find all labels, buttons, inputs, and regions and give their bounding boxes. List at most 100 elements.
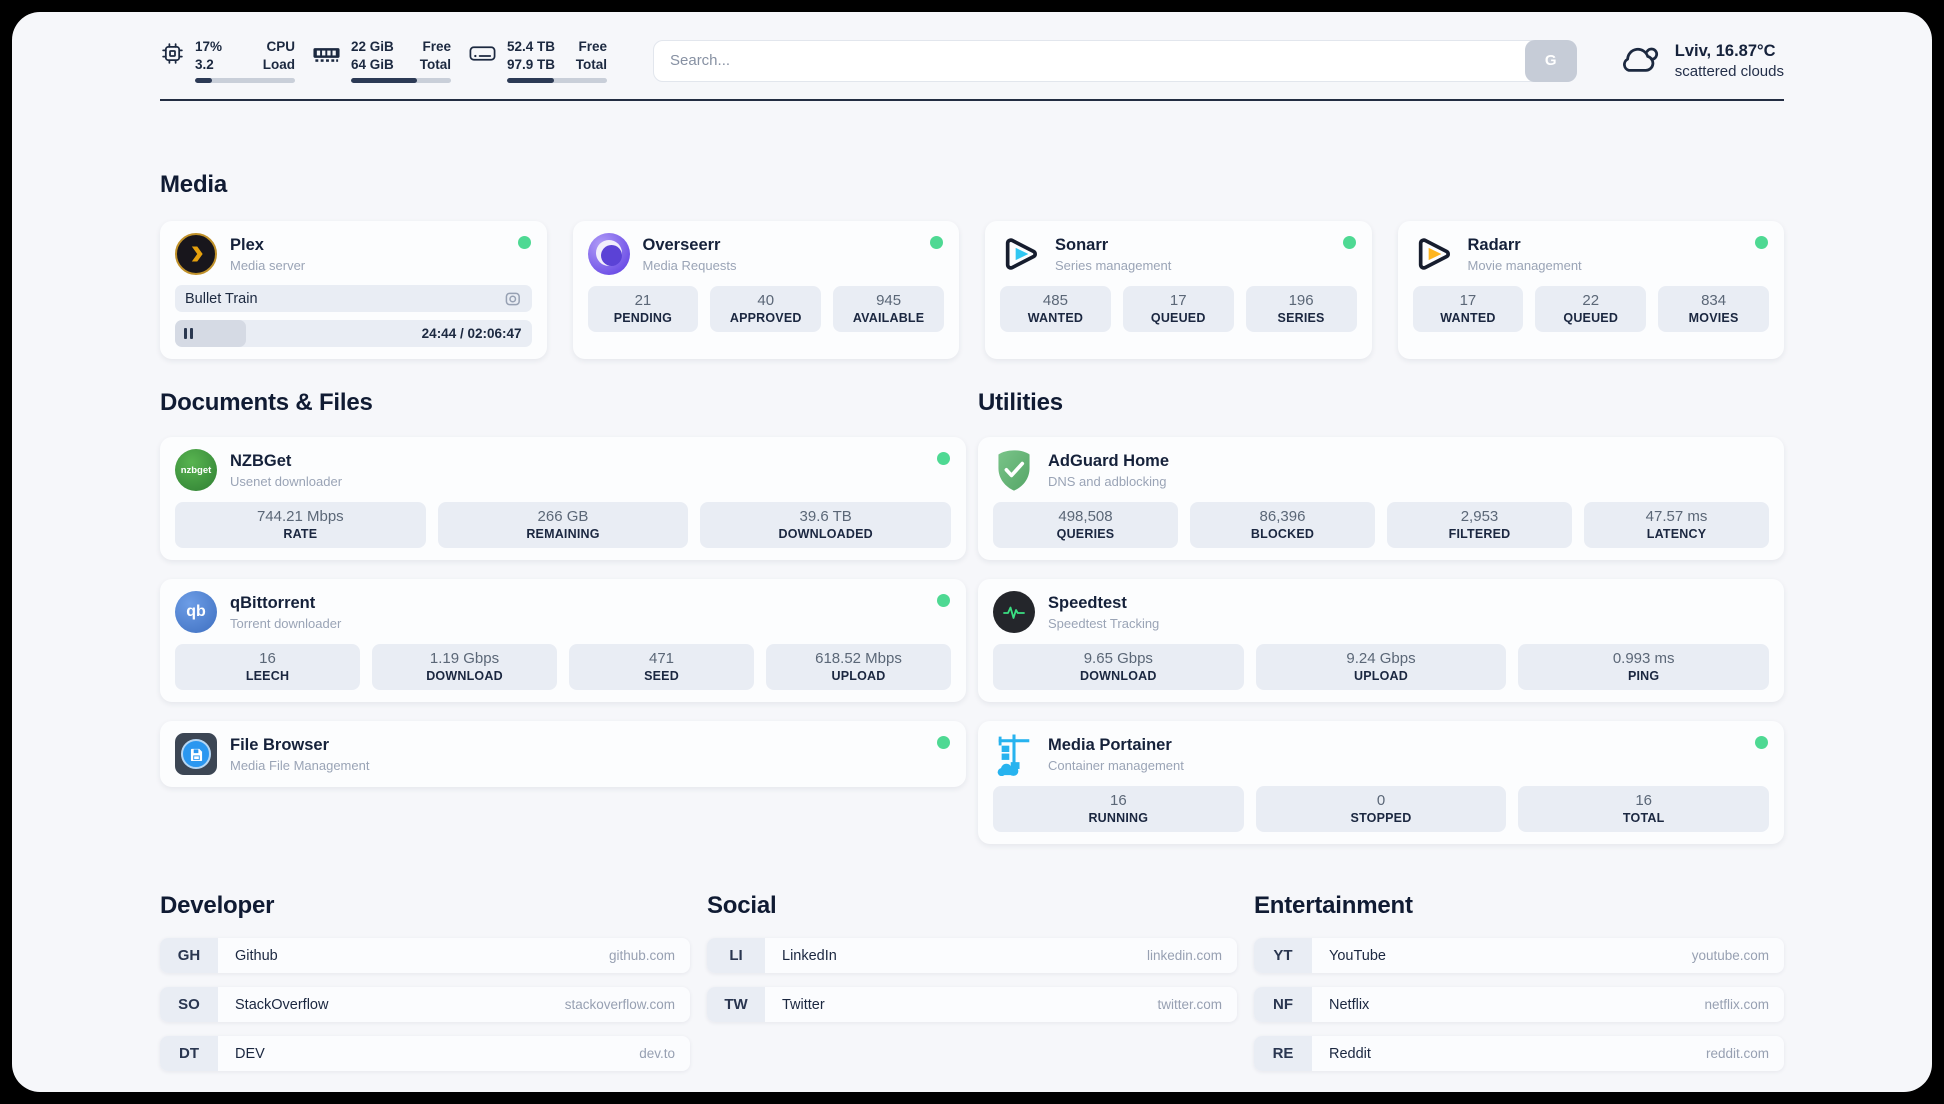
qbittorrent-icon: qb — [175, 591, 217, 634]
top-bar: 17% 3.2 CPU Load 22 GiB 64 GiB Free Tota… — [160, 12, 1784, 84]
disk-progress-bar — [507, 78, 607, 84]
stat-value: 39.6 TB — [799, 508, 852, 526]
stat-box: 9.24 Gbps UPLOAD — [1255, 644, 1507, 691]
bookmark-abbr: SO — [160, 987, 218, 1023]
app-card-portainer[interactable]: Media Portainer Container management 16 … — [978, 721, 1784, 845]
stat-box: 17 QUEUED — [1122, 286, 1234, 333]
disk-free-value: 52.4 TB — [507, 39, 556, 54]
stat-box: 16 RUNNING — [993, 786, 1244, 833]
stat-value: 498,508 — [1058, 508, 1113, 526]
cpu-widget: 17% 3.2 CPU Load — [160, 38, 295, 84]
stat-label: DOWNLOAD — [1080, 669, 1157, 684]
stat-value: 744.21 Mbps — [256, 508, 344, 526]
stat-label: QUEUED — [1563, 311, 1619, 326]
stat-value: 9.65 Gbps — [1083, 650, 1153, 668]
stat-label: LEECH — [245, 669, 290, 684]
memory-total-label: Total — [419, 57, 451, 73]
stat-box: 0 STOPPED — [1255, 786, 1507, 833]
bookmark-list: YT YouTube youtube.com NF Netflix netfli… — [1254, 938, 1784, 1072]
stat-row: 485 WANTED 17 QUEUED 196 SERIES — [1000, 286, 1357, 333]
stat-label: LATENCY — [1646, 527, 1707, 542]
bookmark-abbr: NF — [1254, 987, 1312, 1023]
cpu-icon — [160, 41, 185, 66]
stat-value: 86,396 — [1259, 508, 1306, 526]
portainer-icon — [993, 733, 1035, 776]
plex-icon — [175, 233, 217, 276]
sonarr-icon — [1000, 233, 1042, 275]
app-card-radarr[interactable]: Radarr Movie management 17 WANTED 22 QUE… — [1397, 221, 1784, 360]
weather-widget[interactable]: Lviv, 16.87°C scattered clouds — [1617, 40, 1784, 82]
app-subtitle: Speedtest Tracking — [1048, 616, 1160, 632]
stat-box: 16 TOTAL — [1518, 786, 1769, 833]
topbar-divider — [160, 99, 1784, 102]
app-card-qbittorrent[interactable]: qb qBittorrent Torrent downloader 16 LEE… — [160, 579, 966, 703]
stat-box: 834 MOVIES — [1658, 286, 1769, 333]
stat-label: RUNNING — [1088, 811, 1149, 826]
stat-value: 485 — [1042, 292, 1068, 310]
memory-progress-bar — [351, 78, 451, 84]
bookmark-list: LI LinkedIn linkedin.com TW Twitter twit… — [707, 938, 1237, 1023]
bookmark-link[interactable]: GH Github github.com — [160, 938, 690, 974]
disk-total-value: 97.9 TB — [507, 57, 556, 73]
stat-value: 471 — [648, 650, 675, 668]
app-card-sonarr[interactable]: Sonarr Series management 485 WANTED 17 Q… — [985, 221, 1372, 360]
bookmark-link[interactable]: SO StackOverflow stackoverflow.com — [160, 987, 690, 1023]
radarr-icon — [1413, 233, 1455, 275]
playback-time: 24:44 / 02:06:47 — [421, 326, 522, 342]
search-input[interactable] — [653, 39, 1577, 82]
playback-progress-row[interactable]: 24:44 / 02:06:47 — [175, 320, 532, 348]
app-subtitle: Torrent downloader — [230, 616, 342, 632]
bookmark-name: Netflix — [1329, 996, 1370, 1013]
app-card-adguard[interactable]: AdGuard Home DNS and adblocking 498,508 … — [978, 437, 1784, 561]
stat-box: 498,508 QUERIES — [993, 502, 1178, 549]
app-card-nzbget[interactable]: nzbget NZBGet Usenet downloader 744.21 M… — [160, 437, 966, 561]
app-card-overseerr[interactable]: Overseerr Media Requests 21 PENDING 40 A… — [572, 221, 959, 360]
video-camera-icon — [505, 291, 522, 307]
app-title: Media Portainer — [1048, 735, 1172, 754]
stat-value: 16 — [1109, 792, 1127, 810]
now-playing-row: Bullet Train — [175, 285, 532, 313]
now-playing-title: Bullet Train — [185, 290, 258, 307]
weather-condition: scattered clouds — [1674, 62, 1784, 80]
playback-progress-fill — [175, 320, 247, 348]
disk-free-label: Free — [578, 39, 607, 54]
app-subtitle: DNS and adblocking — [1048, 474, 1167, 490]
bookmark-link[interactable]: TW Twitter twitter.com — [707, 987, 1237, 1023]
app-card-plex[interactable]: Plex Media server Bullet Train 24:44 / 0… — [160, 221, 547, 360]
stat-box: 945 AVAILABLE — [833, 286, 944, 333]
disk-widget: 52.4 TB 97.9 TB Free Total — [468, 38, 607, 84]
stat-box: 21 PENDING — [587, 286, 699, 333]
app-card-speedtest[interactable]: Speedtest Speedtest Tracking 9.65 Gbps D… — [978, 579, 1784, 703]
stat-label: APPROVED — [729, 311, 802, 326]
stat-label: STOPPED — [1350, 811, 1412, 826]
utilities-column: Utilities AdGuard Home DNS and adblockin… — [978, 389, 1784, 845]
stat-box: 196 SERIES — [1245, 286, 1357, 333]
stat-box: 40 APPROVED — [710, 286, 822, 333]
stat-box: 22 QUEUED — [1535, 286, 1647, 333]
bookmark-link[interactable]: NF Netflix netflix.com — [1254, 987, 1784, 1023]
cpu-usage-value: 17% — [195, 39, 223, 54]
bookmark-list: GH Github github.com SO StackOverflow st… — [160, 938, 690, 1072]
bookmark-abbr: DT — [160, 1036, 218, 1072]
stat-value: 9.24 Gbps — [1346, 650, 1416, 668]
bookmark-url: linkedin.com — [1146, 948, 1222, 964]
stat-row: 498,508 QUERIES 86,396 BLOCKED 2,953 FIL… — [993, 502, 1769, 549]
dashboard-panel: 17% 3.2 CPU Load 22 GiB 64 GiB Free Tota… — [12, 12, 1932, 1092]
bookmark-url: reddit.com — [1705, 1046, 1769, 1062]
stat-label: DOWNLOADED — [778, 527, 873, 542]
bookmark-link[interactable]: YT YouTube youtube.com — [1254, 938, 1784, 974]
bookmark-link[interactable]: LI LinkedIn linkedin.com — [707, 938, 1237, 974]
app-subtitle: Media Requests — [642, 258, 737, 274]
stat-box: 16 LEECH — [175, 644, 360, 691]
bookmark-link[interactable]: DT DEV dev.to — [160, 1036, 690, 1072]
bookmark-link[interactable]: RE Reddit reddit.com — [1254, 1036, 1784, 1072]
stat-row: 16 RUNNING 0 STOPPED 16 TOTAL — [993, 786, 1769, 833]
bookmarks-social: Social LI LinkedIn linkedin.com TW Twitt… — [707, 892, 1237, 1023]
section-header-media: Media — [160, 171, 228, 199]
app-card-filebrowser[interactable]: File Browser Media File Management — [160, 721, 966, 788]
google-search-button[interactable]: G — [1524, 39, 1577, 82]
stat-value: 2,953 — [1460, 508, 1499, 526]
stat-box: 266 GB REMAINING — [437, 502, 689, 549]
stat-box: 2,953 FILTERED — [1387, 502, 1572, 549]
stat-box: 39.6 TB DOWNLOADED — [700, 502, 951, 549]
